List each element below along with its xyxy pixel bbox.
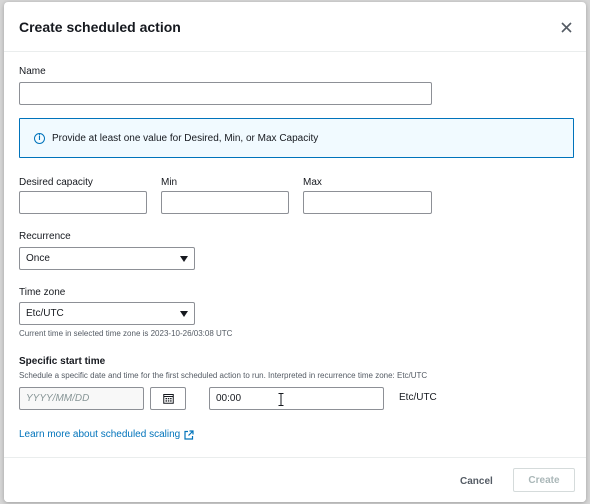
close-button[interactable] <box>556 17 576 37</box>
start-time-input[interactable]: 00:00 <box>209 387 384 410</box>
desired-capacity-label: Desired capacity <box>19 177 93 188</box>
max-input[interactable] <box>303 191 432 214</box>
timezone-label: Time zone <box>19 287 66 298</box>
max-label: Max <box>303 177 322 188</box>
calendar-icon <box>162 394 174 404</box>
create-button[interactable]: Create <box>513 468 575 492</box>
timezone-select[interactable]: Etc/UTC <box>19 302 195 325</box>
learn-more-text: Learn more about scheduled scaling <box>19 429 181 440</box>
text-cursor-icon <box>278 393 284 406</box>
close-icon <box>560 21 572 33</box>
timezone-hint: Current time in selected time zone is 20… <box>19 329 233 338</box>
min-input[interactable] <box>161 191 289 214</box>
modal-footer: Cancel Create <box>4 457 586 502</box>
recurrence-selected: Once <box>26 253 50 264</box>
caret-down-icon <box>180 310 188 317</box>
info-alert: i Provide at least one value for Desired… <box>19 118 574 158</box>
start-time-label: Specific start time <box>19 356 106 367</box>
name-label: Name <box>19 66 46 77</box>
start-time-tz-suffix: Etc/UTC <box>399 392 437 403</box>
timezone-selected: Etc/UTC <box>26 308 64 319</box>
start-time-description: Schedule a specific date and time for th… <box>19 371 428 380</box>
modal-header: Create scheduled action <box>4 2 586 52</box>
name-input[interactable] <box>19 82 432 105</box>
info-icon: i <box>34 132 45 144</box>
min-label: Min <box>161 177 178 188</box>
caret-down-icon <box>180 255 188 262</box>
recurrence-select[interactable]: Once <box>19 247 195 270</box>
desired-capacity-input[interactable] <box>19 191 147 214</box>
external-link-icon <box>184 429 194 440</box>
learn-more-link[interactable]: Learn more about scheduled scaling <box>19 429 194 440</box>
recurrence-label: Recurrence <box>19 231 71 242</box>
modal-title: Create scheduled action <box>19 19 181 35</box>
create-scheduled-action-modal: Create scheduled action Name i Provide a… <box>4 2 586 502</box>
calendar-button[interactable] <box>150 387 186 410</box>
start-date-input[interactable]: YYYY/MM/DD <box>19 387 144 410</box>
alert-message: Provide at least one value for Desired, … <box>52 132 319 144</box>
cancel-button[interactable]: Cancel <box>450 470 503 492</box>
